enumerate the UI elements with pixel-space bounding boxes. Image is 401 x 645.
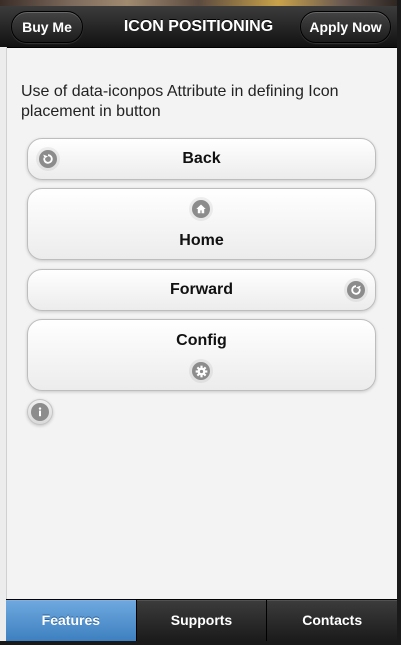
- header-bar: ICON POSITIONING Buy Me Apply Now: [0, 6, 397, 48]
- config-button-label: Config: [176, 332, 227, 349]
- config-button[interactable]: Config: [27, 319, 376, 391]
- left-edge-border: [0, 47, 7, 641]
- forward-button[interactable]: Forward: [27, 269, 376, 311]
- home-button-label: Home: [179, 232, 224, 249]
- back-button[interactable]: Back: [27, 138, 376, 180]
- forward-icon: [347, 281, 365, 299]
- home-icon: [192, 200, 210, 218]
- back-button-label: Back: [182, 150, 221, 167]
- buy-me-button[interactable]: Buy Me: [11, 11, 83, 43]
- tab-features[interactable]: Features: [6, 600, 136, 641]
- bottom-navbar: Features Supports Contacts: [6, 599, 397, 641]
- intro-text: Use of data-iconpos Attribute in definin…: [21, 83, 339, 120]
- tab-contacts[interactable]: Contacts: [266, 600, 397, 641]
- gear-icon: [192, 362, 210, 380]
- tab-supports[interactable]: Supports: [135, 600, 267, 641]
- info-button[interactable]: [27, 399, 53, 425]
- app-frame: ICON POSITIONING Buy Me Apply Now Use of…: [0, 0, 401, 645]
- forward-button-label: Forward: [169, 281, 234, 298]
- home-button[interactable]: Home: [27, 188, 376, 260]
- info-icon: [31, 403, 49, 421]
- apply-now-button[interactable]: Apply Now: [300, 11, 391, 43]
